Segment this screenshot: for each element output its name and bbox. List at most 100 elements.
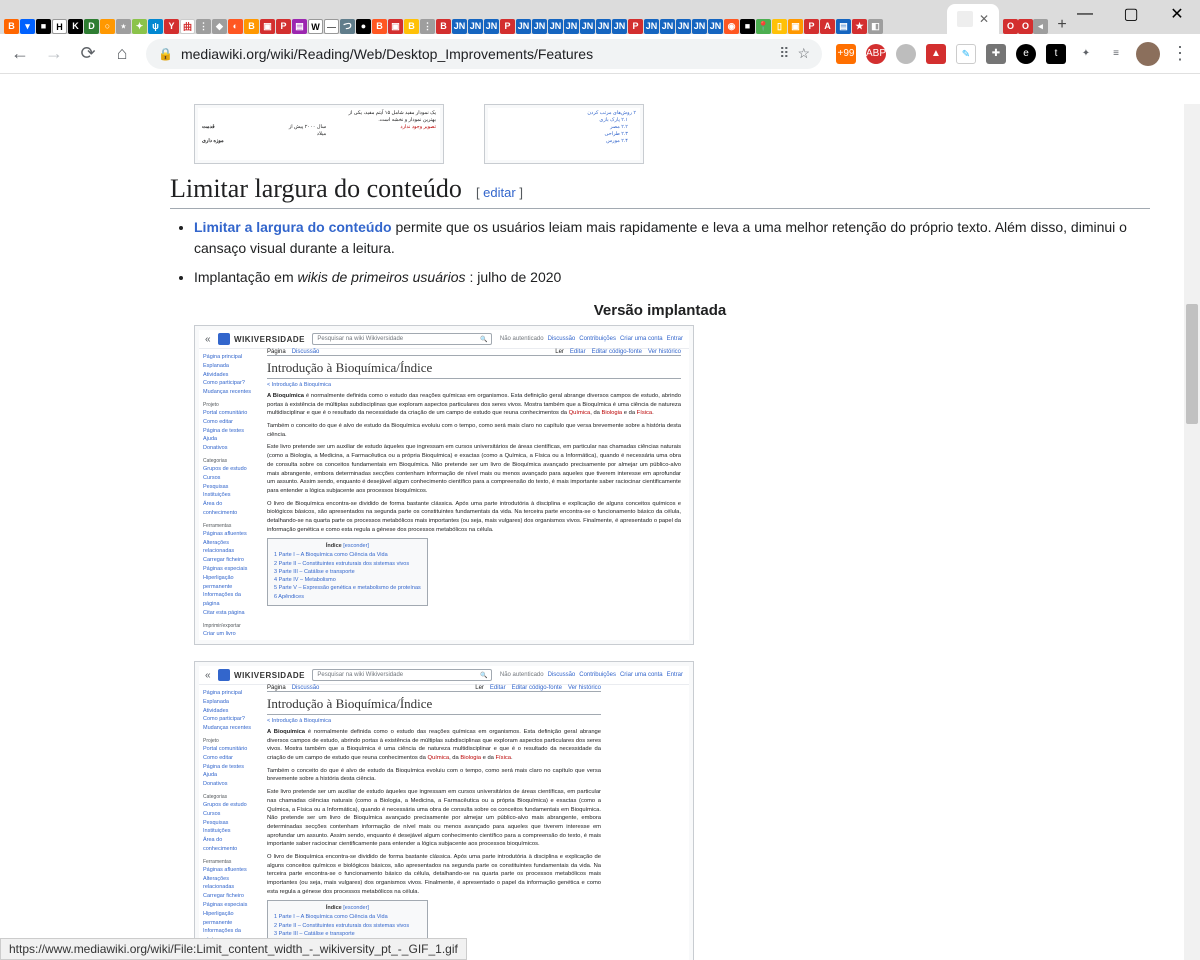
extension-icon[interactable]: t xyxy=(1046,44,1066,64)
content-link[interactable]: Limitar a largura do conteúdo xyxy=(194,219,392,235)
browser-toolbar: ← → ⟳ ⌂ 🔒 mediawiki.org/wiki/Reading/Web… xyxy=(0,34,1200,74)
pinned-tab[interactable]: ⋮ xyxy=(196,19,211,34)
edit-section[interactable]: [ editar ] xyxy=(476,184,523,200)
pinned-tab[interactable]: ✦ xyxy=(132,19,147,34)
user-links: Não autenticadoDiscussãoContribuiçõesCri… xyxy=(500,336,683,342)
forward-button[interactable]: → xyxy=(44,44,64,64)
reload-button[interactable]: ⟳ xyxy=(78,44,98,64)
extension-icon[interactable] xyxy=(896,44,916,64)
active-tab[interactable]: ✕ xyxy=(947,4,999,34)
sidebar: Página principalEsplanadaAtividadesComo … xyxy=(199,685,259,960)
pinned-tab[interactable]: B xyxy=(372,19,387,34)
pinned-tab[interactable]: D xyxy=(84,19,99,34)
page-viewport: یک نمودار مفید شامل ۱۵ آیتم مفید، یکی از… xyxy=(0,104,1200,960)
pinned-tab[interactable]: ▣ xyxy=(260,19,275,34)
thumbnail-image[interactable]: یک نمودار مفید شامل ۱۵ آیتم مفید، یکی از… xyxy=(194,104,444,164)
pinned-tab[interactable]: O xyxy=(1003,19,1018,34)
window-maximize[interactable]: ▢ xyxy=(1108,0,1154,30)
pinned-tab[interactable]: JN xyxy=(612,19,627,34)
status-bar-link: https://www.mediawiki.org/wiki/File:Limi… xyxy=(0,938,467,960)
pinned-tab[interactable]: B xyxy=(4,19,19,34)
pinned-tab[interactable]: ★ xyxy=(852,19,867,34)
article-content: یک نمودار مفید شامل ۱۵ آیتم مفید، یکی از… xyxy=(170,104,1170,960)
pinned-tab[interactable]: H xyxy=(52,19,67,34)
thumbnail-image[interactable]: ۲ روش‌های مرتب کردن ۲.۱ پارک بازی ۲.۲ مص… xyxy=(484,104,644,164)
chrome-menu[interactable]: ⋮ xyxy=(1170,44,1190,64)
pinned-tab[interactable]: ⋮ xyxy=(420,19,435,34)
pinned-tab[interactable]: つ xyxy=(340,19,355,34)
extension-icon[interactable]: e xyxy=(1016,44,1036,64)
pinned-tab[interactable]: ▾ xyxy=(20,19,35,34)
pinned-tab[interactable]: ○ xyxy=(100,19,115,34)
pinned-tab[interactable]: JN xyxy=(516,19,531,34)
pinned-tab[interactable]: — xyxy=(324,19,339,34)
pinned-tab[interactable]: P xyxy=(804,19,819,34)
back-button[interactable]: ← xyxy=(10,44,30,64)
pinned-tab[interactable]: ■ xyxy=(740,19,755,34)
pinned-tab[interactable]: 📍 xyxy=(756,19,771,34)
pinned-tab[interactable]: A xyxy=(820,19,835,34)
pinned-tab[interactable]: B xyxy=(436,19,451,34)
pinned-tab[interactable]: ▣ xyxy=(788,19,803,34)
pinned-tab[interactable]: JN xyxy=(708,19,723,34)
thumbnail-image[interactable]: « WIKIVERSIDADE Pesquisar na wiki Wikive… xyxy=(194,325,694,645)
search-icon: 🔍 xyxy=(480,672,487,679)
extension-icon[interactable]: +99 xyxy=(836,44,856,64)
vertical-scrollbar[interactable] xyxy=(1184,104,1200,960)
translate-icon[interactable]: ⠿ xyxy=(779,45,789,62)
pinned-tab[interactable]: ▤ xyxy=(836,19,851,34)
pinned-tab[interactable]: K xyxy=(68,19,83,34)
pinned-tab[interactable]: ▯ xyxy=(772,19,787,34)
wikiversity-preview: « WIKIVERSIDADE Pesquisar na wiki Wikive… xyxy=(199,330,689,640)
pinned-tab[interactable]: ▣ xyxy=(388,19,403,34)
pinned-tab[interactable]: ψ xyxy=(148,19,163,34)
address-bar[interactable]: 🔒 mediawiki.org/wiki/Reading/Web/Desktop… xyxy=(146,39,822,69)
pinned-tab[interactable]: JN xyxy=(644,19,659,34)
pinned-tab[interactable]: ■ xyxy=(36,19,51,34)
bookmark-star-icon[interactable]: ☆ xyxy=(797,45,810,62)
pinned-tab[interactable]: JN xyxy=(484,19,499,34)
pinned-tab[interactable]: 曲 xyxy=(180,19,195,34)
home-button[interactable]: ⌂ xyxy=(112,44,132,64)
pinned-tab[interactable]: B xyxy=(244,19,259,34)
profile-avatar[interactable] xyxy=(1136,42,1160,66)
pinned-tab[interactable]: O xyxy=(1018,19,1033,34)
pinned-tab[interactable]: JN xyxy=(468,19,483,34)
pinned-tab[interactable]: ◆ xyxy=(212,19,227,34)
pinned-tab[interactable]: ◂ xyxy=(1033,19,1048,34)
scroll-thumb[interactable] xyxy=(1186,304,1198,424)
pinned-tab[interactable]: ● xyxy=(356,19,371,34)
pinned-tab[interactable]: JN xyxy=(692,19,707,34)
window-minimize[interactable]: — xyxy=(1062,0,1108,30)
pinned-tab[interactable]: P xyxy=(500,19,515,34)
extension-icon[interactable]: ✎ xyxy=(956,44,976,64)
pinned-tab[interactable]: ◐ xyxy=(228,19,243,34)
pinned-tab[interactable]: ▤ xyxy=(292,19,307,34)
extensions-puzzle-icon[interactable]: ✦ xyxy=(1076,44,1096,64)
pinned-tab[interactable]: Y xyxy=(164,19,179,34)
pinned-tab[interactable]: P xyxy=(276,19,291,34)
pinned-tab[interactable]: JN xyxy=(564,19,579,34)
browser-tabstrip: B ▾ ■ H K D ○ ٭ ✦ ψ Y 曲 ⋮ ◆ ◐ B ▣ P ▤ W … xyxy=(0,0,1200,34)
window-close[interactable]: ✕ xyxy=(1154,0,1200,30)
pinned-tab[interactable]: ◧ xyxy=(868,19,883,34)
pinned-tab[interactable]: JN xyxy=(676,19,691,34)
pinned-tab[interactable]: JN xyxy=(660,19,675,34)
pinned-tab[interactable]: JN xyxy=(548,19,563,34)
list-item: Implantação em wikis de primeiros usuári… xyxy=(194,267,1150,288)
extension-icon[interactable]: ✚ xyxy=(986,44,1006,64)
pinned-tab[interactable]: JN xyxy=(452,19,467,34)
pinned-tab[interactable]: W xyxy=(308,19,323,34)
extension-icon[interactable]: ABP xyxy=(866,44,886,64)
pinned-tab[interactable]: ٭ xyxy=(116,19,131,34)
thumbnail-image[interactable]: « WIKIVERSIDADE Pesquisar na wiki Wikive… xyxy=(194,661,694,960)
extension-icon[interactable]: ▲ xyxy=(926,44,946,64)
pinned-tab[interactable]: JN xyxy=(532,19,547,34)
pinned-tab[interactable]: JN xyxy=(580,19,595,34)
pinned-tab[interactable]: B xyxy=(404,19,419,34)
tab-close-icon[interactable]: ✕ xyxy=(979,12,989,26)
pinned-tab[interactable]: P xyxy=(628,19,643,34)
pinned-tab[interactable]: JN xyxy=(596,19,611,34)
reading-list-icon[interactable]: ≡ xyxy=(1106,44,1126,64)
pinned-tab[interactable]: ◉ xyxy=(724,19,739,34)
